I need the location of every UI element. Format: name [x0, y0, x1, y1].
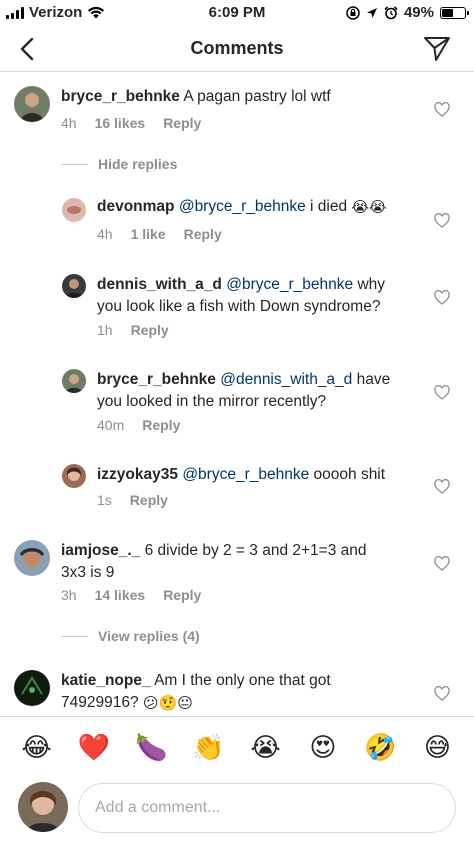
emoji-button-clapping[interactable]: 👏 — [190, 732, 226, 763]
comment-time: 1h — [97, 322, 113, 338]
mention-link[interactable]: @bryce_r_behnke — [179, 198, 306, 215]
view-replies-label: View replies (4) — [98, 628, 200, 644]
heart-icon[interactable] — [434, 479, 450, 494]
comment-text: A pagan pastry lol wtf — [183, 88, 331, 105]
emoji-quick-bar: 😂 ❤️ 🍆 👏 😭 😍 🤣 😅 — [0, 716, 474, 778]
comment-composer — [0, 778, 474, 842]
location-arrow-icon — [366, 7, 377, 18]
reply-button[interactable]: Reply — [184, 226, 222, 242]
avatar[interactable] — [62, 369, 86, 393]
comment-text: 6 divide by 2 = 3 and 2+1=3 and — [144, 542, 367, 559]
screen-rotation-lock-icon — [346, 5, 360, 20]
comment-time: 1s — [97, 492, 112, 508]
avatar[interactable] — [14, 540, 50, 576]
comment-username[interactable]: devonmap — [97, 198, 175, 215]
comment-input[interactable] — [78, 783, 456, 833]
heart-icon[interactable] — [434, 686, 450, 701]
comment-time: 3h — [61, 587, 77, 603]
heart-icon[interactable] — [434, 213, 450, 228]
likes-count[interactable]: 1 like — [131, 226, 166, 242]
comment-item: iamjose_._ 6 divide by 2 = 3 and 2+1=3 a… — [0, 534, 474, 610]
reply-button[interactable]: Reply — [130, 492, 168, 508]
emoji-button-heart-eyes[interactable]: 😍 — [305, 732, 341, 763]
emoji-button-sweat-smile[interactable]: 😅 — [419, 732, 455, 763]
reply-button[interactable]: Reply — [142, 417, 180, 433]
comment-item: katie_nope_ Am I the only one that got 7… — [0, 664, 474, 716]
status-right: 49% — [346, 4, 469, 21]
comment-emojis: 😕🤨😐 — [142, 695, 193, 712]
comment-time: 4h — [97, 226, 113, 242]
status-bar: Verizon 6:09 PM 49% — [0, 0, 474, 26]
alarm-icon — [384, 5, 398, 19]
hide-replies-button[interactable]: Hide replies — [62, 156, 177, 172]
current-user-avatar — [18, 782, 68, 832]
avatar[interactable] — [14, 670, 50, 706]
emoji-button-crying[interactable]: 😭 — [248, 732, 284, 763]
emoji-button-eggplant[interactable]: 🍆 — [133, 732, 169, 763]
reply-button[interactable]: Reply — [163, 115, 201, 131]
avatar[interactable] — [14, 86, 50, 122]
emoji-button-tears-of-joy[interactable]: 😂 — [19, 732, 55, 763]
hide-replies-label: Hide replies — [98, 156, 178, 172]
avatar[interactable] — [62, 274, 86, 298]
avatar[interactable] — [62, 464, 86, 488]
comment-item: bryce_r_behnke A pagan pastry lol wtf 4h… — [0, 80, 474, 140]
comment-time: 40m — [97, 417, 125, 433]
comment-username[interactable]: bryce_r_behnke — [97, 371, 216, 388]
reply-item: devonmap @bryce_r_behnke i died 😭😭 4h 1 … — [0, 190, 474, 250]
comment-username[interactable]: iamjose_._ — [61, 542, 140, 559]
reply-button[interactable]: Reply — [131, 322, 169, 338]
comment-username[interactable]: katie_nope_ — [61, 672, 151, 689]
comment-text: i died — [310, 198, 348, 215]
reply-item: bryce_r_behnke @dennis_with_a_d have you… — [0, 363, 474, 439]
comment-text: Am I the only one that got — [154, 672, 331, 689]
comment-text-line2: 74929916? — [61, 694, 139, 711]
paper-plane-icon[interactable] — [422, 34, 452, 64]
comment-text-line2: 3x3 is 9 — [61, 564, 115, 581]
reply-item: izzyokay35 @bryce_r_behnke ooooh shit 1s… — [0, 458, 474, 518]
heart-icon[interactable] — [434, 102, 450, 117]
heart-icon[interactable] — [434, 556, 450, 571]
page-title: Comments — [190, 38, 284, 58]
comment-text: ooooh shit — [313, 466, 386, 483]
comment-username[interactable]: bryce_r_behnke — [61, 88, 180, 105]
likes-count[interactable]: 14 likes — [95, 587, 146, 603]
comment-text-line2: you look like a fish with Down syndrome? — [97, 298, 381, 315]
avatar[interactable] — [62, 198, 86, 222]
comment-text-line2: you looked in the mirror recently? — [97, 393, 327, 410]
mention-link[interactable]: @bryce_r_behnke — [226, 276, 353, 293]
battery-percent: 49% — [403, 4, 434, 21]
comment-emojis: 😭😭 — [351, 199, 387, 216]
reply-item: dennis_with_a_d @bryce_r_behnke why you … — [0, 268, 474, 344]
heart-icon[interactable] — [434, 290, 450, 305]
comment-time: 4h — [61, 115, 77, 131]
mention-link[interactable]: @bryce_r_behnke — [182, 466, 309, 483]
view-replies-button[interactable]: View replies (4) — [62, 628, 200, 644]
comment-username[interactable]: dennis_with_a_d — [97, 276, 222, 293]
heart-icon[interactable] — [434, 385, 450, 400]
reply-button[interactable]: Reply — [163, 587, 201, 603]
comment-text: why — [357, 276, 386, 293]
comment-text: have — [356, 371, 391, 388]
battery-icon — [440, 6, 469, 19]
emoji-button-heart[interactable]: ❤️ — [76, 732, 112, 763]
likes-count[interactable]: 16 likes — [95, 115, 146, 131]
emoji-button-rofl[interactable]: 🤣 — [362, 732, 398, 763]
mention-link[interactable]: @dennis_with_a_d — [220, 371, 352, 388]
nav-bar: Comments — [0, 26, 474, 72]
comment-username[interactable]: izzyokay35 — [97, 466, 178, 483]
